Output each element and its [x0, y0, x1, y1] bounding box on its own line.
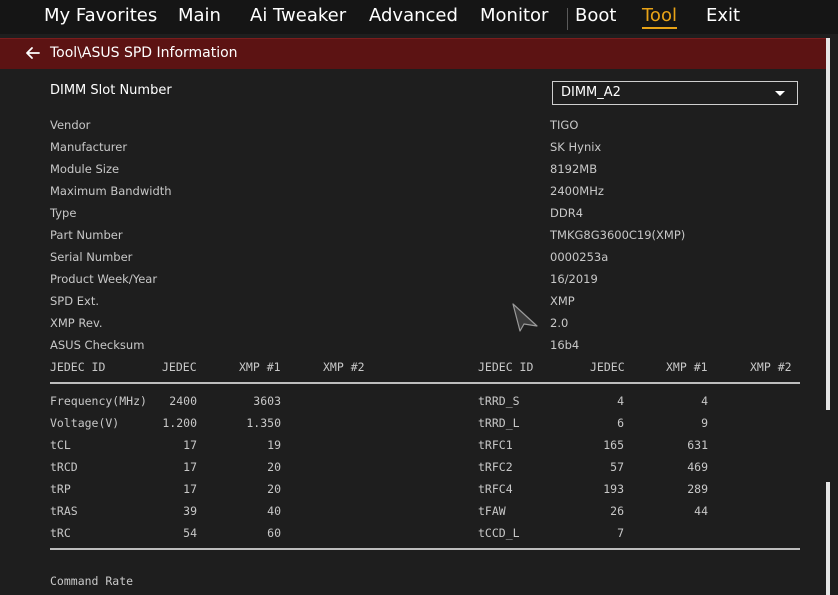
info-label: Module Size [50, 162, 120, 176]
dropdown-caret-icon [775, 91, 785, 96]
timing-jedec: 165 [603, 438, 624, 452]
timing-jedec: 193 [603, 482, 624, 496]
info-label: Maximum Bandwidth [50, 184, 172, 198]
timing-name: Voltage(V) [50, 416, 120, 430]
info-label: Type [50, 206, 77, 220]
timing-name: tRRD_S [478, 394, 520, 408]
info-value: 16b4 [550, 338, 580, 352]
info-value: DDR4 [550, 206, 584, 220]
scrollbar-thumb[interactable] [826, 38, 830, 410]
timing-jedec: 57 [610, 460, 624, 474]
scrollbar-thumb[interactable] [826, 482, 830, 595]
timing-name: tRFC4 [478, 482, 513, 496]
info-label: ASUS Checksum [50, 338, 145, 352]
timing-name: tCCD_L [478, 526, 520, 540]
timing-name: tRP [50, 482, 71, 496]
timing-jedec: 1.200 [162, 416, 197, 430]
table-header: XMP #1 [239, 360, 281, 374]
timing-jedec: 17 [183, 460, 197, 474]
top-menu-bar: My Favorites Main Ai Tweaker Advanced Mo… [0, 0, 838, 34]
timing-jedec: 39 [183, 504, 197, 518]
timing-xmp1: 19 [267, 438, 281, 452]
info-value: 16/2019 [550, 272, 598, 286]
menu-advanced[interactable]: Advanced [369, 5, 458, 26]
timing-jedec: 17 [183, 438, 197, 452]
breadcrumb-bar: Tool\ASUS SPD Information [0, 38, 826, 69]
timing-xmp1: 3603 [253, 394, 281, 408]
menu-main[interactable]: Main [178, 5, 221, 26]
timing-jedec: 54 [183, 526, 197, 540]
timing-name: Frequency(MHz) [50, 394, 147, 408]
info-label: Vendor [50, 118, 91, 132]
menu-boot[interactable]: Boot [575, 5, 616, 26]
info-value: XMP [550, 294, 575, 308]
dimm-slot-select[interactable]: DIMM_A2 [552, 81, 798, 105]
table-header: XMP #2 [750, 360, 792, 374]
timing-name: tRAS [50, 504, 78, 518]
menu-tool[interactable]: Tool [642, 5, 677, 29]
timing-jedec: 6 [617, 416, 624, 430]
timing-name: tFAW [478, 504, 506, 518]
dimm-slot-value: DIMM_A2 [561, 85, 621, 100]
info-value: 2400MHz [550, 184, 604, 198]
timing-xmp1: 44 [694, 504, 708, 518]
dimm-slot-label: DIMM Slot Number [50, 83, 172, 98]
timing-xmp1: 4 [701, 394, 708, 408]
table-header: JEDEC [162, 360, 197, 374]
timing-name: tRFC2 [478, 460, 513, 474]
table-header: XMP #2 [323, 360, 365, 374]
info-label: Part Number [50, 228, 123, 242]
table-header: XMP #1 [666, 360, 708, 374]
timing-xmp1: 9 [701, 416, 708, 430]
info-value: SK Hynix [550, 140, 602, 154]
timing-xmp1: 20 [267, 460, 281, 474]
breadcrumb: Tool\ASUS SPD Information [50, 45, 238, 61]
timing-xmp1: 20 [267, 482, 281, 496]
menu-exit[interactable]: Exit [706, 5, 740, 26]
table-header: JEDEC ID [478, 360, 534, 374]
menu-divider [567, 8, 568, 30]
command-rate-label: Command Rate [50, 574, 134, 588]
table-divider [50, 548, 800, 550]
timing-jedec: 4 [617, 394, 624, 408]
menu-ai-tweaker[interactable]: Ai Tweaker [250, 5, 346, 26]
timing-xmp1: 1.350 [246, 416, 281, 430]
back-arrow-icon[interactable] [24, 44, 42, 62]
info-value: TMKG8G3600C19(XMP) [550, 228, 686, 242]
menu-my-favorites[interactable]: My Favorites [44, 5, 157, 26]
timing-name: tRRD_L [478, 416, 520, 430]
info-value: 0000253a [550, 250, 609, 264]
timing-name: tRC [50, 526, 71, 540]
menu-monitor[interactable]: Monitor [480, 5, 548, 26]
table-divider [50, 382, 800, 384]
table-header: JEDEC ID [50, 360, 106, 374]
timing-name: tCL [50, 438, 71, 452]
info-label: XMP Rev. [50, 316, 103, 330]
mouse-cursor-icon [512, 303, 538, 332]
info-label: SPD Ext. [50, 294, 99, 308]
info-label: Product Week/Year [50, 272, 158, 286]
timing-xmp1: 40 [267, 504, 281, 518]
info-value: 2.0 [550, 316, 569, 330]
info-label: Manufacturer [50, 140, 128, 154]
timing-name: tRCD [50, 460, 78, 474]
table-header: JEDEC [590, 360, 625, 374]
timing-xmp1: 631 [687, 438, 708, 452]
info-value: 8192MB [550, 162, 598, 176]
timing-name: tRFC1 [478, 438, 513, 452]
info-value: TIGO [550, 118, 579, 132]
timing-jedec: 7 [617, 526, 624, 540]
timing-jedec: 17 [183, 482, 197, 496]
timing-jedec: 26 [610, 504, 624, 518]
timing-xmp1: 60 [267, 526, 281, 540]
timing-xmp1: 289 [687, 482, 708, 496]
timing-jedec: 2400 [169, 394, 197, 408]
timing-xmp1: 469 [687, 460, 708, 474]
info-label: Serial Number [50, 250, 133, 264]
